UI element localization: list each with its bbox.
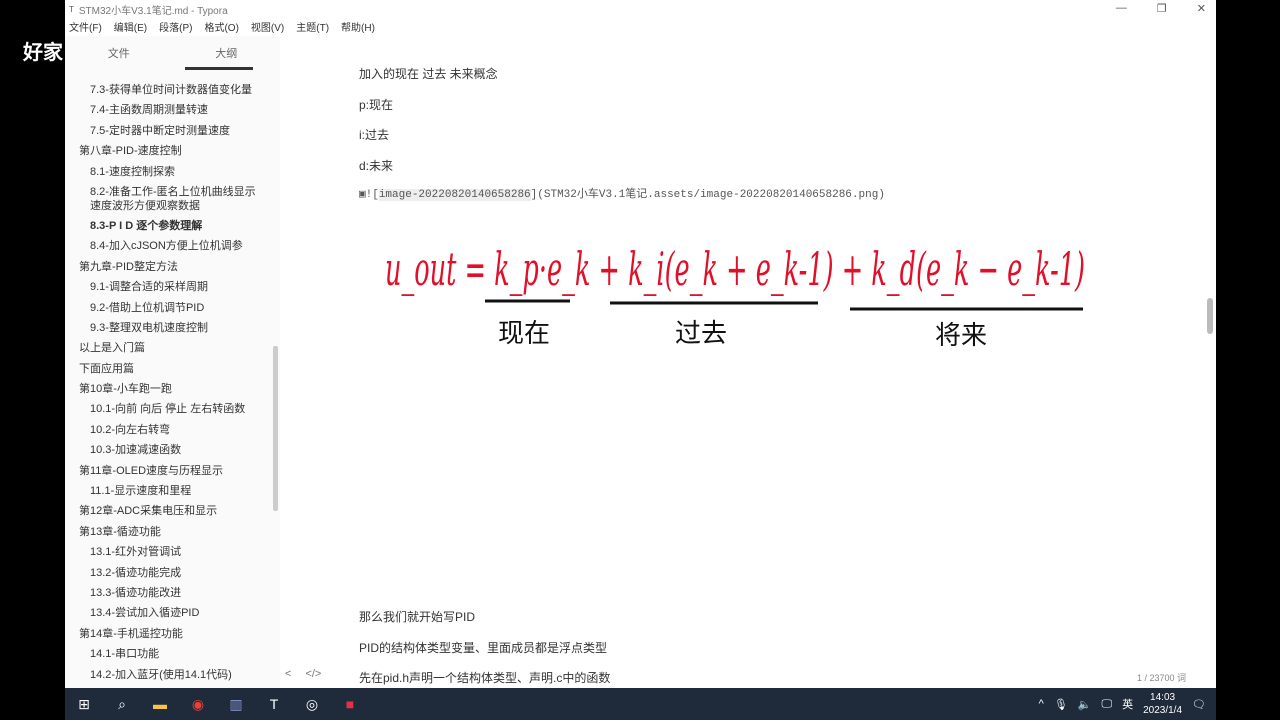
outline-item[interactable]: 13.3-循迹功能改进: [65, 583, 270, 603]
outline-item[interactable]: 9.2-借助上位机调节PID: [65, 298, 270, 318]
notification-icon[interactable]: 🗨: [1192, 698, 1206, 711]
image-alt-text: image-20220820140658286: [378, 189, 531, 201]
maximize-button[interactable]: ❐: [1157, 2, 1167, 15]
sidebar: 文件 大纲 7.3-获得单位时间计数器值变化量 7.4-主函数周期测量转速 7.5-…: [65, 36, 280, 688]
ime-indicator[interactable]: 英: [1122, 696, 1133, 712]
paragraph: 加入的现在 过去 未来概念: [359, 67, 498, 81]
close-button[interactable]: ✕: [1197, 2, 1206, 15]
outline-item[interactable]: 9.3-整理双电机速度控制: [65, 318, 270, 338]
minimize-button[interactable]: —: [1116, 2, 1127, 15]
tab-files[interactable]: 文件: [65, 36, 173, 70]
app-icon[interactable]: ▥: [217, 688, 255, 720]
outline-item[interactable]: 第八章-PID-速度控制: [65, 141, 270, 161]
outline-item[interactable]: 13.1-红外对管调试: [65, 542, 270, 562]
outline-item[interactable]: 13.2-循迹功能完成: [65, 563, 270, 583]
typora-app-icon: T: [69, 4, 74, 14]
image-path: (STM32小车V3.1笔记.assets/image-202208201406…: [537, 189, 885, 201]
paragraph: PID的结构体类型变量、里面成员都是浮点类型: [359, 641, 608, 655]
outline-item[interactable]: 第11章-OLED速度与历程显示: [65, 461, 270, 481]
outline-item[interactable]: 7.4-主函数周期测量转速: [65, 100, 270, 120]
menu-view[interactable]: 视图(V): [251, 19, 284, 34]
outline-item[interactable]: 第10章-小车跑一跑: [65, 379, 270, 399]
paragraph: 那么我们就开始写PID: [359, 610, 476, 624]
image-icon: ▣: [359, 189, 366, 201]
outline-item[interactable]: 8.2-准备工作-匿名上位机曲线显示速度波形方便观察数据: [65, 182, 270, 216]
paragraph: 先在pid.h声明一个结构体类型、声明.c中的函数: [359, 671, 611, 685]
formula-text: u_out = k_p·e_k + k_i(e_k + e_k-1) + k_d…: [385, 242, 1085, 296]
clock[interactable]: 14:03 2023/1/4: [1143, 691, 1182, 717]
windows-start-icon[interactable]: ⊞: [65, 688, 103, 720]
label-present: 现在: [498, 318, 550, 348]
outline-item[interactable]: 11.1-显示速度和里程: [65, 481, 270, 501]
outline-item[interactable]: 9.1-调整合适的采样周期: [65, 277, 270, 297]
outline-item[interactable]: 第14章-手机遥控功能: [65, 624, 270, 644]
app-red-icon[interactable]: ■: [331, 688, 369, 720]
outline-item[interactable]: 第九章-PID整定方法: [65, 257, 270, 277]
menu-edit[interactable]: 编辑(E): [114, 19, 147, 34]
taskbar: ⊞ ⌕ ▬ ◉ ▥ T ◎ ■ ^ 🎙 🔈 🖵 英 14:03 2023/1/4…: [65, 688, 1216, 720]
outline-item[interactable]: 13.4-尝试加入循迹PID: [65, 603, 270, 623]
menu-file[interactable]: 文件(F): [69, 19, 102, 34]
watermark: 好家: [23, 42, 63, 64]
outline-item[interactable]: 10.1-向前 向后 停止 左右转函数: [65, 399, 270, 419]
outline-item[interactable]: 下面应用篇: [65, 359, 270, 379]
outline-list: 7.3-获得单位时间计数器值变化量 7.4-主函数周期测量转速 7.5-定时器中断定…: [65, 80, 270, 685]
menu-paragraph[interactable]: 段落(P): [159, 19, 192, 34]
network-icon[interactable]: 🖵: [1101, 698, 1112, 711]
image-markdown-source[interactable]: ▣![image-20220820140658286](STM32小车V3.1笔…: [359, 185, 885, 201]
paragraph: i:过去: [359, 128, 390, 142]
volume-icon[interactable]: 🔈: [1078, 698, 1092, 711]
window-title: STM32小车V3.1笔记.md - Typora: [78, 5, 228, 17]
outline-item[interactable]: 10.3-加速减速函数: [65, 440, 270, 460]
paragraph: p:现在: [359, 98, 394, 112]
label-past: 过去: [675, 318, 727, 348]
word-count[interactable]: 1 / 23700 词: [1137, 671, 1186, 684]
menu-theme[interactable]: 主题(T): [296, 19, 329, 34]
tray-chevron-icon[interactable]: ^: [1039, 698, 1044, 710]
editor-scrollbar[interactable]: [1207, 298, 1213, 334]
typora-taskbar-icon[interactable]: T: [255, 688, 293, 720]
outline-item[interactable]: 8.3-P I D 逐个参数理解: [65, 216, 270, 236]
outline-item[interactable]: 10.2-向左右转弯: [65, 420, 270, 440]
tab-outline[interactable]: 大纲: [173, 36, 281, 70]
toggle-sidebar-icon[interactable]: <: [285, 668, 291, 680]
sidebar-scrollbar[interactable]: [273, 346, 278, 511]
outline-item[interactable]: 第12章-ADC采集电压和显示: [65, 501, 270, 521]
obs-icon[interactable]: ◎: [293, 688, 331, 720]
outline-item[interactable]: 第13章-循迹功能: [65, 522, 270, 542]
menu-help[interactable]: 帮助(H): [341, 19, 375, 34]
outline-item[interactable]: 7.3-获得单位时间计数器值变化量: [65, 80, 270, 100]
source-mode-icon[interactable]: </>: [305, 668, 321, 680]
outline-item[interactable]: 14.2-加入蓝牙(使用14.1代码): [65, 665, 270, 685]
title-bar: T STM32小车V3.1笔记.md - Typora — ❐ ✕: [65, 0, 1216, 18]
menu-format[interactable]: 格式(O): [204, 19, 238, 34]
paragraph: d:未来: [359, 159, 394, 173]
outline-item[interactable]: 7.5-定时器中断定时测量速度: [65, 121, 270, 141]
outline-item[interactable]: 8.1-速度控制探索: [65, 162, 270, 182]
microphone-icon[interactable]: 🎙: [1054, 698, 1068, 711]
chrome-icon[interactable]: ◉: [179, 688, 217, 720]
outline-item[interactable]: 14.1-串口功能: [65, 644, 270, 664]
outline-item[interactable]: 8.4-加入cJSON方便上位机调参: [65, 236, 270, 256]
typora-window: T STM32小车V3.1笔记.md - Typora — ❐ ✕ 文件(F) …: [65, 0, 1216, 688]
search-icon[interactable]: ⌕: [103, 688, 141, 720]
pid-formula-image: u_out = k_p·e_k + k_i(e_k + e_k-1) + k_d…: [385, 242, 1085, 350]
label-future: 将来: [935, 320, 987, 350]
outline-item[interactable]: 以上是入门篇: [65, 338, 270, 358]
clock-time: 14:03: [1150, 692, 1176, 703]
file-explorer-icon[interactable]: ▬: [141, 688, 179, 720]
menu-bar: 文件(F) 编辑(E) 段落(P) 格式(O) 视图(V) 主题(T) 帮助(H…: [69, 19, 375, 34]
clock-date: 2023/1/4: [1143, 705, 1183, 716]
